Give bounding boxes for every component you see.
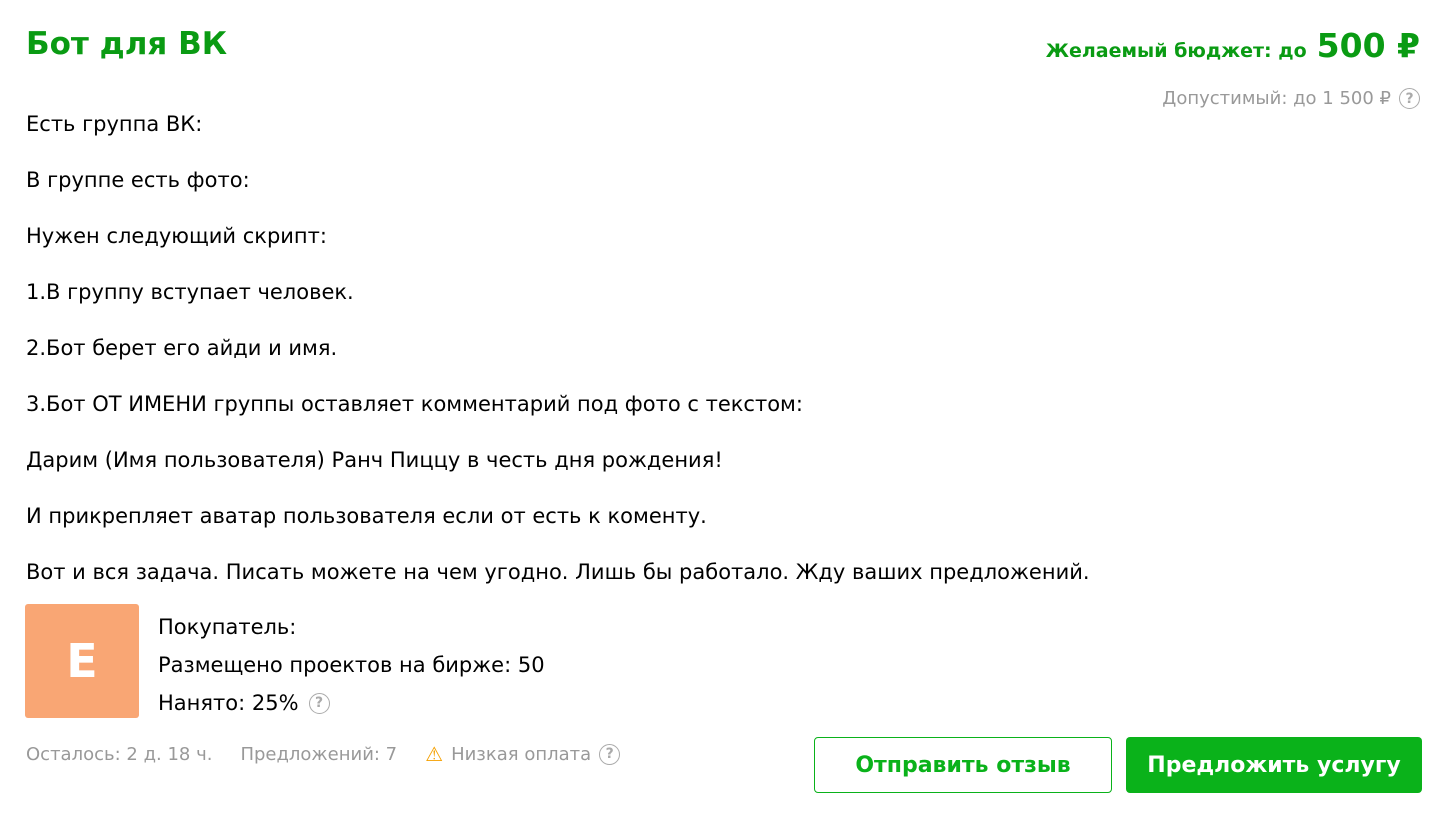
low-pay-label: Низкая оплата xyxy=(451,743,592,765)
description-line: Дарим (Имя пользователя) Ранч Пиццу в че… xyxy=(26,448,723,472)
description-line: Есть группа ВК: xyxy=(26,112,203,136)
description-line: 2.Бот берет его айди и имя. xyxy=(26,336,338,360)
allowed-budget: Допустимый: до 1 500 ₽ ? xyxy=(1162,88,1420,109)
help-icon[interactable]: ? xyxy=(1399,88,1420,109)
project-title: Бот для ВК xyxy=(26,26,228,62)
buyer-info: Покупатель: Размещено проектов на бирже:… xyxy=(158,608,545,722)
send-review-button[interactable]: Отправить отзыв xyxy=(814,737,1112,793)
description-line: Вот и вся задача. Писать можете на чем у… xyxy=(26,560,1090,584)
description-line: Нужен следующий скрипт: xyxy=(26,224,327,248)
budget-label: Желаемый бюджет: до xyxy=(1045,40,1307,62)
buyer-hired: Нанято: 25% xyxy=(158,691,299,715)
offers-count: Предложений: 7 xyxy=(240,743,398,765)
help-icon[interactable]: ? xyxy=(599,743,621,765)
offer-service-button[interactable]: Предложить услугу xyxy=(1126,737,1422,793)
desired-budget: Желаемый бюджет: до 500 ₽ xyxy=(1046,26,1420,65)
allowed-budget-text: Допустимый: до 1 500 ₽ xyxy=(1162,88,1391,109)
warning-icon: ⚠ xyxy=(425,742,444,766)
time-remaining: Осталось: 2 д. 18 ч. xyxy=(26,743,213,765)
description-line: 1.В группу вступает человек. xyxy=(26,280,354,304)
buyer-label: Покупатель: xyxy=(158,615,297,639)
buyer-projects: Размещено проектов на бирже: 50 xyxy=(158,653,545,677)
budget-amount: 500 ₽ xyxy=(1316,26,1420,65)
description-line: И прикрепляет аватар пользователя если о… xyxy=(26,504,707,528)
project-meta: Осталось: 2 д. 18 ч. Предложений: 7 ⚠ Ни… xyxy=(26,742,621,766)
description-line: В группе есть фото: xyxy=(26,168,250,192)
description-line: 3.Бот ОТ ИМЕНИ группы оставляет коммента… xyxy=(26,392,803,416)
low-pay-warning: ⚠ Низкая оплата ? xyxy=(425,742,621,766)
buyer-avatar[interactable]: E xyxy=(25,604,139,718)
project-description: Есть группа ВК: В группе есть фото: Нуже… xyxy=(26,96,1090,600)
help-icon[interactable]: ? xyxy=(308,692,330,714)
